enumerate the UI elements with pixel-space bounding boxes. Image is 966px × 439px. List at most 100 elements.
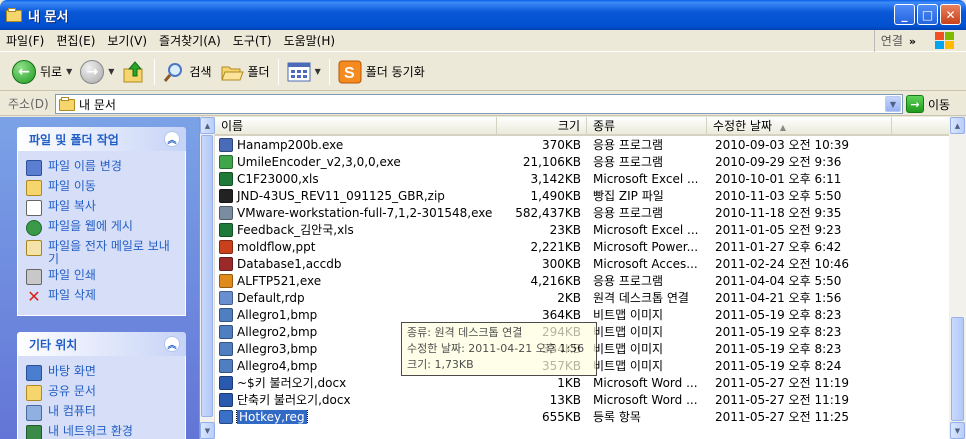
file-icon: [219, 256, 233, 271]
file-icon: [219, 358, 233, 373]
menu-view[interactable]: 보기(V): [101, 31, 153, 51]
file-type: 비트맵 이미지: [593, 359, 664, 373]
chevron-down-icon[interactable]: ▼: [885, 96, 901, 112]
scroll-down-icon[interactable]: ▼: [950, 422, 965, 439]
task-copy[interactable]: 파일 복사: [26, 200, 177, 217]
task-label: 파일을 웹에 게시: [48, 219, 133, 233]
chevron-right-icon[interactable]: »: [909, 35, 916, 48]
column-type[interactable]: 종류: [587, 117, 707, 136]
back-button[interactable]: ← 뒤로 ▼: [8, 56, 76, 88]
file-size: 364KB: [541, 307, 581, 322]
file-row[interactable]: Hanamp200b.exe 370KB 응용 프로그램 2010-09-03 오전 …: [215, 136, 950, 153]
file-icon: [219, 290, 233, 305]
close-button[interactable]: ✕: [940, 4, 961, 25]
folder-sync-button[interactable]: S 폴더 동기화: [334, 56, 429, 88]
file-row[interactable]: C1F23000,xls 3,142KB Microsoft Excel ... 20…: [215, 170, 950, 187]
scroll-down-icon[interactable]: ▼: [200, 422, 215, 439]
dropdown-arrow-icon[interactable]: ▼: [66, 67, 72, 76]
place-desktop[interactable]: 바탕 화면: [26, 365, 177, 382]
file-row[interactable]: JND-43US_REV11_091125_GBR,zip 1,490KB 빵집 Z…: [215, 187, 950, 204]
file-row[interactable]: ALFTP521,exe 4,216KB 응용 프로그램 2011-04-04 오후 …: [215, 272, 950, 289]
scroll-thumb[interactable]: [951, 317, 964, 421]
task-rename[interactable]: 파일 이름 변경: [26, 160, 177, 177]
sort-ascending-icon: ▲: [779, 123, 786, 132]
rename-icon: [26, 160, 42, 176]
dropdown-arrow-icon[interactable]: ▼: [315, 67, 321, 76]
file-name: moldflow,ppt: [237, 239, 316, 254]
left-scrollbar[interactable]: ▲ ▼: [200, 117, 215, 439]
file-type: 등록 항목: [593, 410, 641, 424]
column-size[interactable]: 크기: [497, 117, 587, 136]
file-type: 빵집 ZIP 파일: [593, 189, 664, 203]
file-name-cell: Database1,accdb: [215, 256, 497, 271]
menu-file[interactable]: 파일(F): [0, 31, 50, 51]
task-email[interactable]: 파일을 전자 메일로 보내기: [26, 240, 177, 266]
forward-button[interactable]: → ▼: [76, 56, 118, 88]
right-scrollbar[interactable]: ▲ ▼: [949, 117, 966, 439]
menu-favorites[interactable]: 즐겨찾기(A): [153, 31, 227, 51]
minimize-button[interactable]: _: [894, 4, 915, 25]
scroll-thumb[interactable]: [201, 135, 213, 417]
scroll-up-icon[interactable]: ▲: [950, 117, 965, 134]
file-type: 비트맵 이미지: [593, 342, 664, 356]
shared-folder-icon: [26, 385, 42, 401]
file-name: 단축키 불러오기,docx: [237, 393, 351, 407]
delete-icon: ✕: [27, 287, 41, 306]
task-label: 파일 이름 변경: [48, 159, 122, 173]
menu-edit[interactable]: 편집(E): [50, 31, 101, 51]
maximize-button[interactable]: □: [917, 4, 938, 25]
file-row[interactable]: VMware-workstation-full-7,1,2-301548,exe…: [215, 204, 950, 221]
file-tasks-list: 파일 이름 변경 파일 이동 파일 복사 파일을 웹에 게시 파일을 전자 메일…: [17, 151, 186, 316]
file-name: Allegro3,bmp: [237, 341, 318, 356]
search-button[interactable]: 검색: [159, 56, 215, 88]
file-name: Hanamp200b.exe: [237, 137, 344, 152]
svg-text:S: S: [344, 65, 355, 82]
file-row[interactable]: 단축키 불러오기,docx 13KB Microsoft Word ... 2011-…: [215, 391, 950, 408]
file-size: 2KB: [557, 290, 581, 305]
email-icon: [26, 240, 42, 256]
views-button[interactable]: ▼: [283, 56, 325, 88]
go-button[interactable]: → 이동: [906, 95, 950, 113]
folders-button[interactable]: 폴더: [216, 56, 274, 88]
menu-tools[interactable]: 도구(T): [227, 31, 278, 51]
file-modified: 2011-05-19 오후 8:23: [715, 342, 842, 356]
task-publish-web[interactable]: 파일을 웹에 게시: [26, 220, 177, 237]
file-row[interactable]: UmileEncoder_v2,3,0,0,exe 21,106KB 응용 프로그램…: [215, 153, 950, 170]
file-row[interactable]: ~$키 불러오기,docx 1KB Microsoft Word ... 2011-0…: [215, 374, 950, 391]
file-row[interactable]: Hotkey,reg 655KB 등록 항목 2011-05-27 오전 11:25: [215, 408, 950, 425]
task-delete[interactable]: ✕ 파일 삭제: [26, 289, 177, 306]
file-row[interactable]: Allegro1,bmp 364KB 비트맵 이미지 2011-05-19 오후 8:…: [215, 306, 950, 323]
task-print[interactable]: 파일 인쇄: [26, 269, 177, 286]
place-label: 내 컴퓨터: [48, 404, 96, 418]
go-label: 이동: [928, 97, 951, 112]
up-folder-button[interactable]: [118, 56, 150, 88]
file-row[interactable]: Feedback_김안국,xls 23KB Microsoft Excel ... 2…: [215, 221, 950, 238]
address-input[interactable]: 내 문서 ▼: [55, 94, 903, 114]
file-row[interactable]: moldflow,ppt 2,221KB Microsoft Power... 201…: [215, 238, 950, 255]
dropdown-arrow-icon[interactable]: ▼: [108, 67, 114, 76]
place-my-computer[interactable]: 내 컴퓨터: [26, 405, 177, 422]
file-name-cell: Default,rdp: [215, 290, 497, 305]
links-label[interactable]: 연결: [873, 30, 909, 52]
task-move[interactable]: 파일 이동: [26, 180, 177, 197]
other-places-header[interactable]: 기타 위치 ︽: [17, 332, 186, 356]
move-icon: [26, 180, 42, 196]
file-modified: 2011-05-19 오후 8:24: [715, 359, 842, 373]
place-network[interactable]: 내 네트워크 환경: [26, 425, 177, 439]
file-icon: [219, 324, 233, 339]
file-tasks-header[interactable]: 파일 및 폴더 작업 ︽: [17, 127, 186, 151]
collapse-icon[interactable]: ︽: [164, 336, 180, 352]
place-shared-documents[interactable]: 공유 문서: [26, 385, 177, 402]
other-places-panel: 기타 위치 ︽ 바탕 화면 공유 문서 내 컴퓨터 내 네트워크 환경: [17, 332, 186, 439]
title-bar[interactable]: 내 문서 _ □ ✕: [0, 0, 966, 30]
file-row[interactable]: Database1,accdb 300KB Microsoft Acces... 20…: [215, 255, 950, 272]
menu-help[interactable]: 도움말(H): [278, 31, 342, 51]
file-modified: 2010-10-01 오후 6:11: [715, 172, 842, 186]
file-row[interactable]: Default,rdp 2KB 원격 데스크톱 연결 2011-04-21 오후 1:…: [215, 289, 950, 306]
column-modified[interactable]: 수정한 날짜 ▲: [707, 117, 892, 136]
collapse-icon[interactable]: ︽: [164, 131, 180, 147]
scroll-up-icon[interactable]: ▲: [200, 117, 215, 134]
column-name[interactable]: 이름: [215, 117, 497, 136]
tooltip-size: 크기: 1,73KB: [407, 358, 474, 371]
file-list[interactable]: ▲ ▼ 이름 크기 종류 수정한 날짜 ▲ Hanamp200b.exe 370K…: [199, 117, 966, 439]
